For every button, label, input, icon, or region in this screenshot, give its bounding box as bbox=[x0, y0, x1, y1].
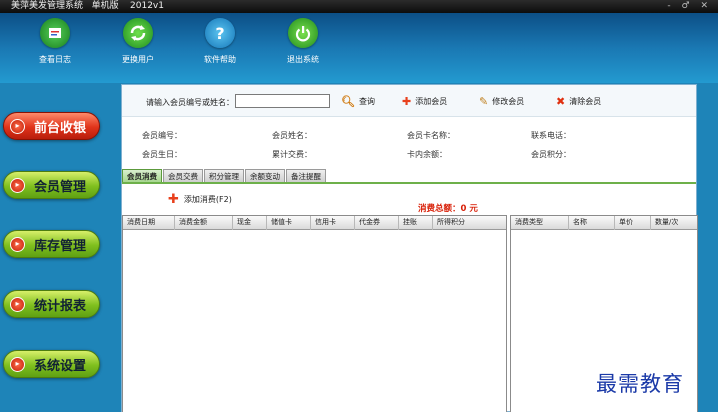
nav-settings[interactable]: ▸ 系统设置 bbox=[3, 350, 100, 378]
edit-member-button[interactable]: ✎ 修改会员 bbox=[479, 96, 524, 107]
arrow-icon: ▸ bbox=[10, 356, 25, 372]
tab-points[interactable]: 积分管理 bbox=[204, 169, 244, 183]
view-log-label: 查看日志 bbox=[39, 55, 71, 64]
nav-reports[interactable]: ▸ 统计报表 bbox=[3, 290, 100, 318]
search-bar: 请输入会员编号或姓名： 🔍︎ 查询 ✚ 添加会员 ✎ 修改会员 ✖ 清除会员 bbox=[122, 85, 696, 117]
switch-user-icon bbox=[123, 18, 153, 48]
tab-balance-change[interactable]: 余额变动 bbox=[245, 169, 285, 183]
pen-icon: ✎ bbox=[479, 94, 489, 108]
column-header[interactable]: 信用卡 bbox=[311, 216, 355, 230]
nav-label: 统计报表 bbox=[34, 298, 87, 314]
view-log-button[interactable]: 查看日志 bbox=[25, 18, 85, 65]
nav-front-desk[interactable]: ▸ 前台收银 bbox=[3, 112, 100, 140]
nav-label: 前台收银 bbox=[34, 120, 87, 136]
clear-member-label: 清除会员 bbox=[569, 97, 602, 106]
card-name-label: 会员卡名称： bbox=[407, 131, 455, 140]
title-bar: 美萍美发管理系统 单机版 2012v1 - ♂ ✕ bbox=[0, 0, 718, 13]
balance-label: 卡内余额： bbox=[407, 150, 447, 159]
column-header[interactable]: 现金 bbox=[233, 216, 267, 230]
tab-member-payment[interactable]: 会员交费 bbox=[163, 169, 203, 183]
total-consumption: 消费总额：0 元 bbox=[418, 204, 478, 214]
exit-button[interactable]: 退出系统 bbox=[273, 18, 333, 65]
column-header[interactable]: 挂账 bbox=[399, 216, 433, 230]
column-header[interactable]: 消费金额 bbox=[175, 216, 233, 230]
help-label: 软件帮助 bbox=[204, 55, 236, 64]
plus-icon: ✚ bbox=[168, 191, 179, 207]
total-spent-label: 累计交费： bbox=[272, 150, 312, 159]
query-label: 查询 bbox=[358, 97, 375, 106]
points-label: 会员积分： bbox=[531, 150, 571, 159]
log-icon bbox=[40, 18, 70, 48]
plus-icon: ✚ bbox=[402, 94, 412, 108]
edit-member-label: 修改会员 bbox=[492, 97, 525, 106]
nav-label: 库存管理 bbox=[34, 238, 87, 254]
add-consumption-label: 添加消费(F2) bbox=[183, 195, 232, 204]
phone-label: 联系电话： bbox=[531, 131, 571, 140]
search-label: 请输入会员编号或姓名： bbox=[146, 98, 234, 107]
query-button[interactable]: 🔍︎ 查询 bbox=[341, 96, 375, 107]
column-header[interactable]: 代金券 bbox=[355, 216, 399, 230]
add-member-button[interactable]: ✚ 添加会员 bbox=[402, 96, 447, 107]
column-header[interactable]: 消费类型 bbox=[511, 216, 569, 230]
add-member-label: 添加会员 bbox=[415, 97, 448, 106]
nav-label: 系统设置 bbox=[34, 358, 87, 374]
column-header[interactable]: 储值卡 bbox=[267, 216, 311, 230]
add-consumption-button[interactable]: ✚ 添加消费(F2) bbox=[168, 191, 232, 207]
delete-icon: ✖ bbox=[556, 94, 566, 108]
clear-member-button[interactable]: ✖ 清除会员 bbox=[556, 96, 601, 107]
column-header[interactable]: 单价 bbox=[615, 216, 651, 230]
grid-header: 消费类型 名称 单价 数量/次 bbox=[511, 216, 697, 230]
birthday-label: 会员生日： bbox=[142, 150, 182, 159]
tab-notes[interactable]: 备注提醒 bbox=[286, 169, 326, 183]
search-icon: 🔍︎ bbox=[341, 94, 355, 108]
arrow-icon: ▸ bbox=[10, 177, 25, 193]
column-header[interactable]: 消费日期 bbox=[123, 216, 175, 230]
window-title: 美萍美发管理系统 单机版 2012v1 bbox=[11, 1, 164, 11]
tab-member-consumption[interactable]: 会员消费 bbox=[122, 169, 162, 183]
grid-header: 消费日期 消费金额 现金 储值卡 信用卡 代金券 挂账 所得积分 bbox=[123, 216, 506, 230]
action-row: ✚ 添加消费(F2) bbox=[122, 184, 696, 214]
member-search-input[interactable] bbox=[235, 94, 330, 108]
tab-bar: 会员消费 会员交费 积分管理 余额变动 备注提醒 bbox=[122, 169, 327, 183]
help-icon: ? bbox=[205, 18, 235, 48]
nav-label: 会员管理 bbox=[34, 179, 87, 195]
help-button[interactable]: ? 软件帮助 bbox=[190, 18, 250, 65]
switch-user-label: 更换用户 bbox=[122, 55, 154, 64]
exit-label: 退出系统 bbox=[287, 55, 319, 64]
watermark: 最需教育 bbox=[596, 372, 684, 396]
column-header[interactable]: 名称 bbox=[569, 216, 615, 230]
arrow-icon: ▸ bbox=[10, 236, 25, 252]
nav-member-management[interactable]: ▸ 会员管理 bbox=[3, 171, 100, 199]
consumption-grid[interactable]: 消费日期 消费金额 现金 储值卡 信用卡 代金券 挂账 所得积分 bbox=[122, 215, 507, 412]
arrow-icon: ▸ bbox=[10, 296, 25, 312]
arrow-icon: ▸ bbox=[10, 118, 25, 134]
window-controls[interactable]: - ♂ ✕ bbox=[667, 0, 712, 13]
member-id-label: 会员编号： bbox=[142, 131, 182, 140]
column-header[interactable]: 数量/次 bbox=[651, 216, 697, 230]
main-panel: 请输入会员编号或姓名： 🔍︎ 查询 ✚ 添加会员 ✎ 修改会员 ✖ 清除会员 会… bbox=[121, 84, 698, 412]
nav-inventory[interactable]: ▸ 库存管理 bbox=[3, 230, 100, 258]
power-icon bbox=[288, 18, 318, 48]
column-header[interactable]: 所得积分 bbox=[433, 216, 506, 230]
member-name-label: 会员姓名： bbox=[272, 131, 312, 140]
switch-user-button[interactable]: 更换用户 bbox=[108, 18, 168, 65]
